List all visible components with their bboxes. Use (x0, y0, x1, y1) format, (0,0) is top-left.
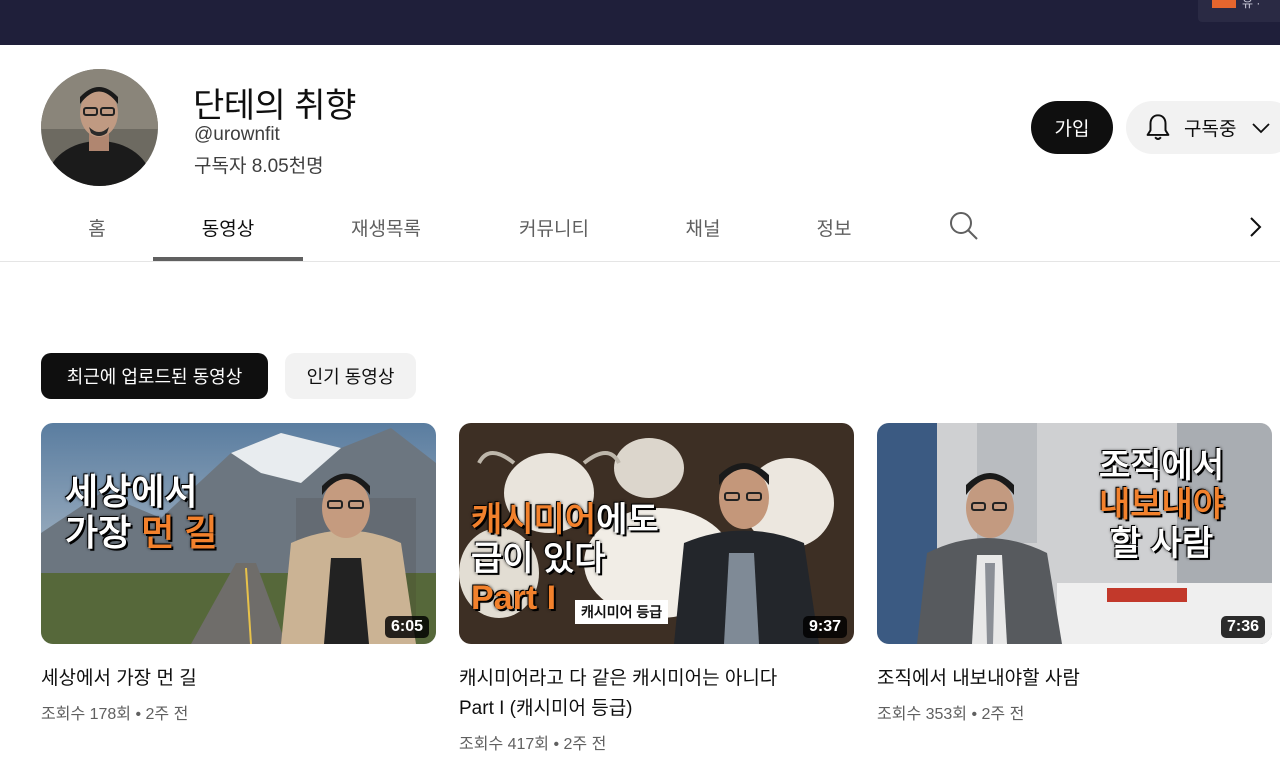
video-card[interactable]: 캐시미어에도 급이 있다 Part I 캐시미어 등급 9:37 캐시미어라고 … (459, 423, 854, 754)
thumbnail-text: 세상에서 가장 먼 길 (65, 471, 218, 554)
top-bar: 유 · (0, 0, 1280, 45)
video-thumbnail[interactable]: 조직에서 내보내야 할 사람 7:36 (877, 423, 1272, 644)
video-duration: 7:36 (1220, 616, 1265, 638)
extension-label: 유 · (1242, 0, 1261, 10)
upload-age: 2주 전 (145, 706, 189, 723)
video-title-line: 캐시미어라고 다 같은 캐시미어는 아니다 (459, 668, 778, 689)
join-button[interactable]: 가입 (1031, 101, 1113, 154)
thumbnail-text: 조직에서 내보내야 할 사람 (1099, 447, 1225, 564)
video-metadata: 조회수 353회 • 2주 전 (877, 706, 1025, 723)
tab-home[interactable]: 홈 (41, 196, 153, 259)
chip-recent-uploads[interactable]: 최근에 업로드된 동영상 (41, 353, 268, 399)
subscribed-button[interactable]: 구독중 (1126, 101, 1280, 154)
video-thumbnail[interactable]: 캐시미어에도 급이 있다 Part I 캐시미어 등급 9:37 (459, 423, 854, 644)
video-duration: 9:37 (802, 616, 847, 638)
tab-playlists[interactable]: 재생목록 (320, 196, 452, 259)
video-title[interactable]: 세상에서 가장 먼 길 (41, 664, 436, 694)
channel-handle: @urownfit (194, 124, 280, 145)
video-title[interactable]: 조직에서 내보내야할 사람 (877, 664, 1272, 694)
view-count: 조회수 353회 (877, 706, 968, 723)
view-count: 조회수 178회 (41, 706, 132, 723)
video-thumbnail[interactable]: 세상에서 가장 먼 길 6:05 (41, 423, 436, 644)
channel-tabs: 홈 동영상 재생목록 커뮤니티 채널 정보 (0, 196, 1280, 262)
channel-avatar[interactable] (41, 69, 158, 186)
extension-widget[interactable]: 유 · (1198, 0, 1280, 22)
subscribed-label: 구독중 (1184, 119, 1237, 140)
tab-channels[interactable]: 채널 (655, 196, 751, 259)
extension-icon (1212, 0, 1236, 8)
subscriber-count: 구독자 8.05천명 (194, 156, 324, 177)
channel-name: 단테의 취향 (193, 87, 356, 125)
chevron-down-icon (1252, 122, 1271, 133)
tab-about[interactable]: 정보 (786, 196, 882, 259)
video-title[interactable]: 캐시미어라고 다 같은 캐시미어는 아니다 Part I (캐시미어 등급) (459, 664, 854, 724)
video-metadata: 조회수 417회 • 2주 전 (459, 736, 607, 753)
upload-age: 2주 전 (981, 706, 1025, 723)
thumbnail-caption: 캐시미어 등급 (575, 600, 669, 624)
video-title-line: Part I (캐시미어 등급) (459, 698, 633, 719)
active-tab-indicator (153, 257, 303, 261)
video-card[interactable]: 조직에서 내보내야 할 사람 7:36 조직에서 내보내야할 사람 조회수 35… (877, 423, 1272, 724)
tab-videos[interactable]: 동영상 (153, 196, 303, 259)
video-metadata: 조회수 178회 • 2주 전 (41, 706, 189, 723)
chevron-right-icon[interactable] (1245, 214, 1265, 240)
video-duration: 6:05 (384, 616, 429, 638)
upload-age: 2주 전 (563, 736, 607, 753)
video-card[interactable]: 세상에서 가장 먼 길 6:05 세상에서 가장 먼 길 조회수 178회 • … (41, 423, 436, 724)
chip-popular-videos[interactable]: 인기 동영상 (285, 353, 416, 399)
search-icon[interactable] (948, 210, 980, 242)
tab-community[interactable]: 커뮤니티 (488, 196, 620, 259)
bell-icon (1146, 113, 1170, 140)
view-count: 조회수 417회 (459, 736, 550, 753)
